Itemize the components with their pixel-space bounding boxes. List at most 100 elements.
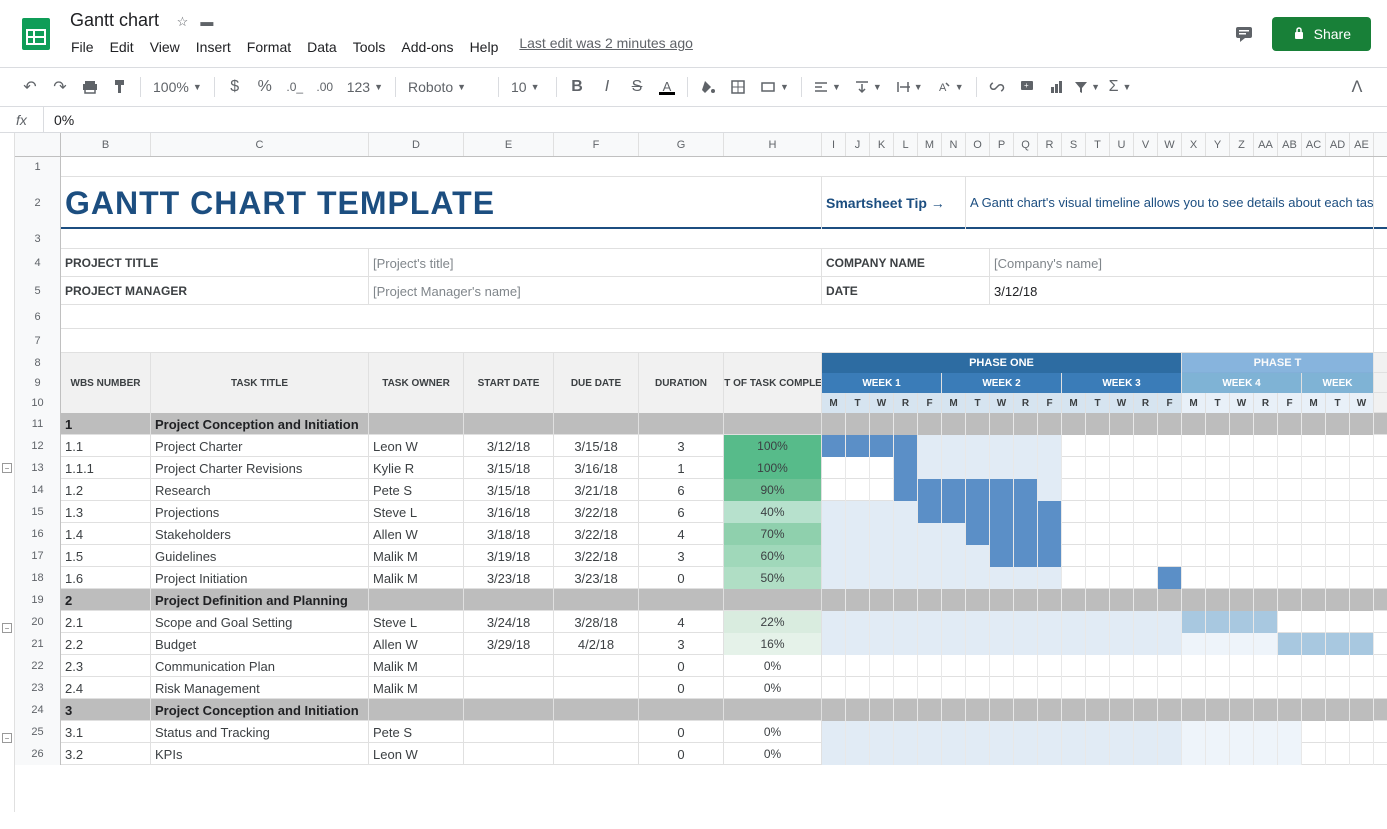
cell[interactable]	[1254, 611, 1278, 633]
start-date[interactable]	[464, 743, 554, 765]
pct-complete[interactable]: 22%	[724, 611, 822, 633]
due-date[interactable]: 3/21/18	[554, 479, 639, 501]
row-header[interactable]: 21	[15, 633, 61, 655]
wbs-cell[interactable]: 1	[61, 413, 151, 435]
start-date[interactable]: 3/18/18	[464, 523, 554, 545]
cell[interactable]	[1158, 523, 1182, 545]
cell[interactable]	[1230, 479, 1254, 501]
cell[interactable]	[1182, 611, 1206, 633]
cell[interactable]	[870, 545, 894, 567]
cell[interactable]	[822, 633, 846, 655]
cell[interactable]	[1230, 545, 1254, 567]
cell[interactable]	[1086, 633, 1110, 655]
day-header[interactable]: M	[1062, 393, 1086, 413]
cell[interactable]	[1326, 699, 1350, 721]
due-date[interactable]: 3/22/18	[554, 523, 639, 545]
cell[interactable]	[1014, 655, 1038, 677]
cell[interactable]	[1230, 413, 1254, 435]
task-owner[interactable]: Steve L	[369, 611, 464, 633]
wbs-cell[interactable]: 1.2	[61, 479, 151, 501]
cell[interactable]	[1038, 479, 1062, 501]
cell[interactable]	[464, 413, 554, 435]
number-format-select[interactable]: 123▼	[341, 73, 389, 101]
cell[interactable]	[966, 545, 990, 567]
cell[interactable]	[1302, 413, 1326, 435]
row-header[interactable]: 19	[15, 589, 61, 611]
pct-complete[interactable]: 16%	[724, 633, 822, 655]
col-header[interactable]: U	[1110, 133, 1134, 156]
project-title-value[interactable]: [Project's title]	[369, 249, 822, 277]
cell[interactable]	[1038, 589, 1062, 611]
week-header[interactable]: WEEK 1	[822, 373, 942, 393]
cell[interactable]	[369, 589, 464, 611]
cell[interactable]	[1326, 457, 1350, 479]
cell[interactable]	[1230, 523, 1254, 545]
col-header[interactable]: C	[151, 133, 369, 156]
halign-button[interactable]: ▼	[808, 73, 847, 101]
cell[interactable]	[822, 567, 846, 589]
cell[interactable]	[369, 413, 464, 435]
cell[interactable]	[1350, 589, 1374, 611]
start-date[interactable]: 3/29/18	[464, 633, 554, 655]
row-header[interactable]: 3	[15, 229, 61, 249]
due-date[interactable]: 3/15/18	[554, 435, 639, 457]
cell[interactable]	[1062, 677, 1086, 699]
start-date[interactable]	[464, 655, 554, 677]
cell[interactable]	[1158, 567, 1182, 589]
functions-button[interactable]: Σ▼	[1103, 73, 1138, 101]
cell[interactable]	[918, 413, 942, 435]
cell[interactable]	[61, 329, 1374, 353]
day-header[interactable]: R	[1254, 393, 1278, 413]
cell[interactable]	[1038, 545, 1062, 567]
col-header[interactable]: G	[639, 133, 724, 156]
cell[interactable]	[1014, 699, 1038, 721]
cell[interactable]	[1254, 435, 1278, 457]
row-header[interactable]: 9	[15, 373, 61, 393]
cell[interactable]	[724, 413, 822, 435]
cell[interactable]	[1086, 479, 1110, 501]
zoom-select[interactable]: 100%▼	[147, 73, 208, 101]
cell[interactable]	[846, 721, 870, 743]
cell[interactable]	[1302, 457, 1326, 479]
cell[interactable]	[1302, 479, 1326, 501]
cell[interactable]	[966, 457, 990, 479]
cell[interactable]	[1014, 611, 1038, 633]
cell[interactable]	[1182, 457, 1206, 479]
borders-button[interactable]	[724, 73, 752, 101]
cell[interactable]	[894, 677, 918, 699]
cell[interactable]	[1254, 589, 1278, 611]
cell[interactable]	[822, 457, 846, 479]
day-header[interactable]: M	[942, 393, 966, 413]
menu-tools[interactable]: Tools	[346, 35, 393, 59]
cell[interactable]	[822, 545, 846, 567]
cell[interactable]	[639, 393, 724, 413]
cell[interactable]	[918, 435, 942, 457]
row-group-gutter[interactable]: − − −	[0, 133, 15, 812]
cell[interactable]	[942, 567, 966, 589]
cell[interactable]	[918, 721, 942, 743]
task-owner[interactable]: Leon W	[369, 435, 464, 457]
task-owner[interactable]: Malik M	[369, 545, 464, 567]
cell[interactable]	[1110, 743, 1134, 765]
cell[interactable]	[870, 457, 894, 479]
cell[interactable]	[1086, 743, 1110, 765]
cell[interactable]	[894, 523, 918, 545]
cell[interactable]	[822, 677, 846, 699]
row-header[interactable]: 11	[15, 413, 61, 435]
task-title[interactable]: Research	[151, 479, 369, 501]
due-date[interactable]	[554, 743, 639, 765]
col-header[interactable]: AE	[1350, 133, 1374, 156]
cell[interactable]	[61, 393, 151, 413]
cell[interactable]	[846, 567, 870, 589]
cell[interactable]	[1182, 655, 1206, 677]
group-toggle-icon[interactable]: −	[2, 623, 12, 633]
cell[interactable]	[1206, 633, 1230, 655]
phase-two-header[interactable]: PHASE T	[1182, 353, 1374, 373]
cell[interactable]	[1014, 589, 1038, 611]
start-date[interactable]: 3/15/18	[464, 457, 554, 479]
wbs-cell[interactable]: 1.3	[61, 501, 151, 523]
cell[interactable]	[1326, 545, 1350, 567]
cell[interactable]	[894, 655, 918, 677]
cell[interactable]	[942, 457, 966, 479]
cell[interactable]	[1278, 611, 1302, 633]
